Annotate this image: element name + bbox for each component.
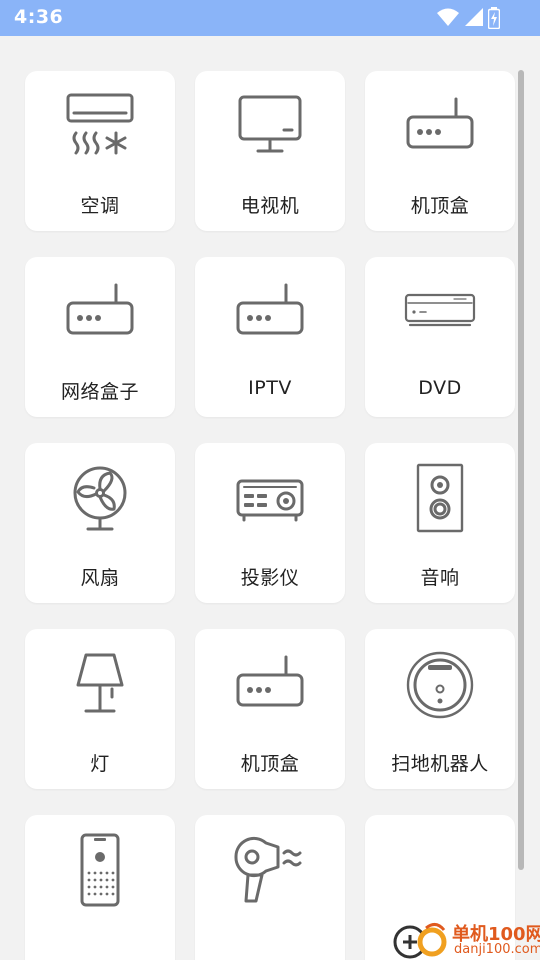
device-tile-dvd[interactable]: DVD bbox=[365, 257, 515, 417]
fan-icon bbox=[73, 466, 127, 531]
device-label: 音响 bbox=[420, 567, 460, 589]
set-top-box-icon bbox=[406, 97, 474, 149]
lamp-icon bbox=[76, 653, 124, 713]
device-tile-set-top-box-2[interactable]: 机顶盒 bbox=[195, 629, 345, 789]
device-label: 灯 bbox=[90, 753, 110, 775]
device-label: 投影仪 bbox=[240, 567, 300, 589]
device-tile-network-box[interactable]: 网络盒子 bbox=[25, 257, 175, 417]
device-tile-lamp[interactable]: 灯 bbox=[25, 629, 175, 789]
device-tile-robot-vacuum[interactable]: 扫地机器人 bbox=[365, 629, 515, 789]
device-tile-projector[interactable]: 投影仪 bbox=[195, 443, 345, 603]
device-tile-air-conditioner[interactable]: 空调 bbox=[25, 71, 175, 231]
network-box-icon bbox=[66, 283, 134, 335]
device-grid: 空调 电视机 机顶盒 网络盒子 IPTV DVD 风扇 投影仪 音响 灯 机顶盒… bbox=[0, 36, 540, 960]
device-tile-iptv[interactable]: IPTV bbox=[195, 257, 345, 417]
battery-charging-icon bbox=[488, 7, 500, 29]
device-label: DVD bbox=[418, 377, 462, 399]
device-tile-fan[interactable]: 风扇 bbox=[25, 443, 175, 603]
device-label: 扫地机器人 bbox=[391, 753, 489, 775]
watermark-url: danji100.com bbox=[454, 942, 540, 957]
device-label: 空调 bbox=[80, 195, 120, 217]
watermark: 单机100网 danji100.com bbox=[388, 918, 540, 960]
dvd-icon bbox=[404, 293, 476, 327]
tv-icon bbox=[238, 95, 302, 153]
device-label: 机顶盒 bbox=[240, 753, 300, 775]
projector-icon bbox=[236, 479, 304, 522]
device-label: 风扇 bbox=[80, 567, 120, 589]
set-top-box-icon bbox=[236, 655, 304, 707]
status-time: 4:36 bbox=[14, 6, 64, 28]
iptv-icon bbox=[236, 283, 304, 335]
hair-dryer-icon bbox=[234, 836, 302, 903]
device-tile-hair-dryer[interactable] bbox=[195, 815, 345, 960]
device-tile-remote[interactable] bbox=[25, 815, 175, 960]
device-tile-set-top-box[interactable]: 机顶盒 bbox=[365, 71, 515, 231]
watermark-logo-icon bbox=[393, 923, 447, 959]
scrollbar[interactable] bbox=[518, 70, 524, 870]
device-label: 网络盒子 bbox=[60, 381, 139, 403]
air-conditioner-icon bbox=[66, 93, 134, 155]
signal-icon bbox=[465, 8, 483, 26]
wifi-icon bbox=[437, 8, 459, 26]
device-label: IPTV bbox=[248, 377, 292, 399]
device-tile-tv[interactable]: 电视机 bbox=[195, 71, 345, 231]
device-label: 机顶盒 bbox=[410, 195, 470, 217]
speaker-icon bbox=[416, 463, 464, 533]
device-tile-speaker[interactable]: 音响 bbox=[365, 443, 515, 603]
robot-vacuum-icon bbox=[406, 651, 474, 719]
status-bar: 4:36 bbox=[0, 0, 540, 36]
device-list[interactable]: 空调 电视机 机顶盒 网络盒子 IPTV DVD 风扇 投影仪 音响 灯 机顶盒… bbox=[0, 36, 540, 960]
device-label: 电视机 bbox=[240, 195, 300, 217]
remote-control-icon bbox=[80, 833, 120, 907]
